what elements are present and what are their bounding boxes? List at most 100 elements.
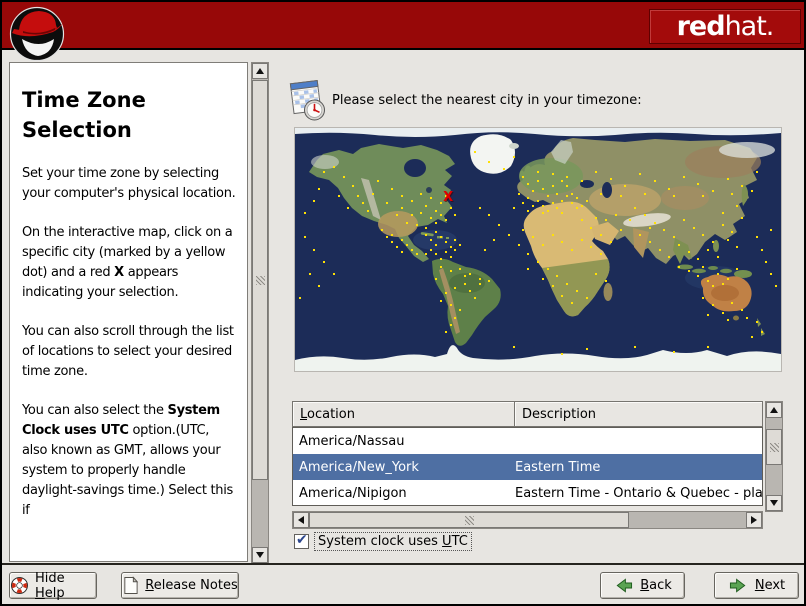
city-dot[interactable] [444,292,447,295]
city-dot[interactable] [512,207,515,210]
city-dot[interactable] [454,214,457,217]
city-dot[interactable] [449,255,452,258]
city-dot[interactable] [736,204,739,207]
city-dot[interactable] [537,170,539,173]
city-dot[interactable] [600,233,603,236]
city-dot[interactable] [537,180,539,183]
city-dot[interactable] [478,277,481,280]
city-dot[interactable] [434,209,437,212]
city-dot[interactable] [410,248,413,251]
city-dot[interactable] [677,243,680,246]
column-header-location[interactable]: Location [292,401,514,427]
city-dot[interactable] [313,199,316,202]
city-dot[interactable] [711,284,714,287]
city-dot[interactable] [347,207,350,210]
city-dot[interactable] [464,275,467,278]
city-dot[interactable] [580,219,583,222]
city-dot[interactable] [396,246,399,249]
city-dot[interactable] [507,233,510,236]
city-dot[interactable] [721,224,724,227]
city-dot[interactable] [342,175,345,178]
table-row-selected[interactable]: America/New_York Eastern Time [293,454,762,480]
city-dot[interactable] [454,287,457,290]
city-dot[interactable] [600,192,603,195]
city-dot[interactable] [449,304,452,307]
city-dot[interactable] [673,350,676,353]
city-dot[interactable] [386,236,389,239]
city-dot[interactable] [425,204,428,207]
city-dot[interactable] [444,241,447,244]
city-dot[interactable] [561,199,564,202]
city-dot[interactable] [362,202,365,205]
city-dot[interactable] [332,165,335,168]
city-dot[interactable] [677,265,680,268]
city-dot[interactable] [585,199,588,202]
city-dot[interactable] [473,297,476,300]
city-dot[interactable] [755,321,758,324]
city-dot[interactable] [415,253,418,256]
city-dot[interactable] [391,241,394,244]
city-dot[interactable] [502,168,505,171]
city-dot[interactable] [643,214,646,217]
city-dot[interactable] [653,221,656,224]
city-dot[interactable] [430,216,433,219]
city-dot[interactable] [726,238,729,241]
city-dot[interactable] [449,207,452,210]
scroll-right-button[interactable] [746,512,762,528]
city-dot[interactable] [619,229,622,232]
city-dot[interactable] [532,236,535,239]
city-dot[interactable] [673,195,676,198]
city-dot[interactable] [425,253,428,256]
city-dot[interactable] [648,241,651,244]
city-dot[interactable] [571,248,574,251]
city-dot[interactable] [707,280,710,283]
city-dot[interactable] [614,214,617,217]
utc-checkbox[interactable]: ✔ [294,532,309,549]
city-dot[interactable] [731,231,734,234]
city-dot[interactable] [527,253,530,256]
city-dot[interactable] [682,219,685,222]
city-dot[interactable] [697,182,700,185]
city-dot[interactable] [575,289,578,292]
city-dot[interactable] [381,229,384,232]
city-dot[interactable] [434,243,437,246]
city-dot[interactable] [430,248,433,251]
city-dot[interactable] [634,345,637,348]
city-dot[interactable] [643,192,646,195]
city-dot[interactable] [522,175,525,178]
city-dot[interactable] [430,197,433,200]
city-dot[interactable] [303,236,306,239]
city-dot[interactable] [571,301,574,304]
city-dot[interactable] [668,187,671,190]
city-dot[interactable] [551,233,554,236]
city-dot[interactable] [532,204,535,207]
city-dot[interactable] [366,209,369,212]
city-dot[interactable] [400,195,403,198]
city-dot[interactable] [575,197,578,200]
scroll-down-button[interactable] [766,495,782,511]
city-dot[interactable] [736,246,739,249]
city-dot[interactable] [741,185,744,188]
city-dot[interactable] [624,185,627,188]
city-dot[interactable] [313,248,316,251]
city-dot[interactable] [449,270,452,273]
city-dot[interactable] [585,348,588,351]
city-dot[interactable] [303,212,306,215]
city-dot[interactable] [566,282,569,285]
city-dot[interactable] [580,238,583,241]
city-dot[interactable] [595,216,598,219]
city-dot[interactable] [425,226,428,229]
city-dot[interactable] [541,212,544,215]
timezone-world-map[interactable]: X [294,127,782,372]
city-dot[interactable] [726,318,729,321]
city-dot[interactable] [590,246,593,249]
city-dot[interactable] [551,284,554,287]
city-dot[interactable] [561,352,564,355]
city-dot[interactable] [434,253,437,256]
city-dot[interactable] [439,258,442,261]
city-dot[interactable] [770,229,773,232]
city-dot[interactable] [639,233,642,236]
city-dot[interactable] [512,156,515,159]
city-dot[interactable] [546,267,549,270]
city-dot[interactable] [634,207,637,210]
